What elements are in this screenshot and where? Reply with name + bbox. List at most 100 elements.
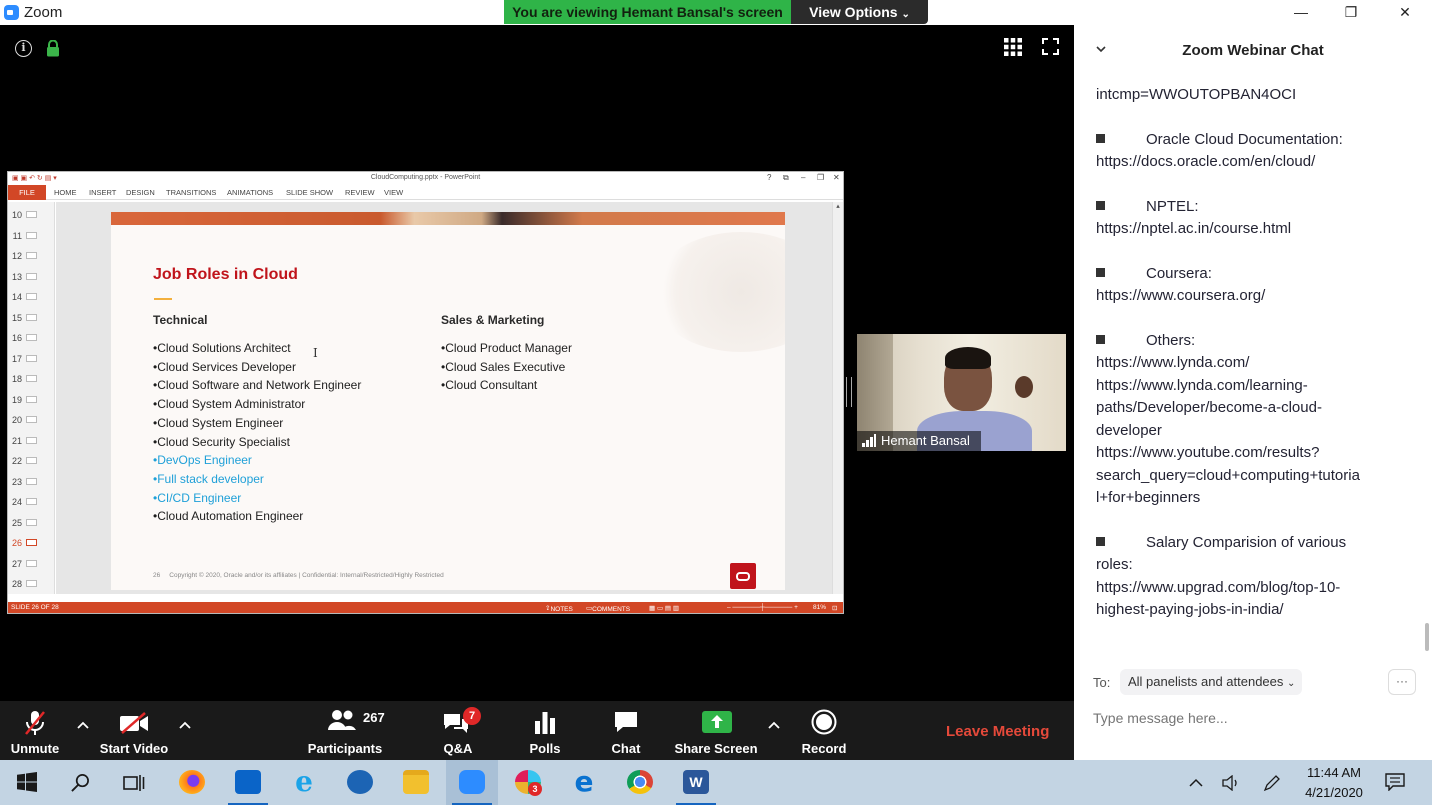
- slide-thumbnail[interactable]: 19: [8, 391, 53, 411]
- close-window-button[interactable]: ✕: [1382, 0, 1428, 25]
- ppt-tab-view[interactable]: VIEW: [384, 188, 403, 197]
- record-button[interactable]: Record: [796, 701, 852, 760]
- chat-message-link[interactable]: roles:: [1096, 554, 1396, 577]
- clock-date[interactable]: 4/21/2020: [1298, 785, 1370, 800]
- slide-thumbnail[interactable]: 10: [8, 206, 53, 226]
- start-video-button[interactable]: Start Video: [96, 701, 172, 760]
- slide-thumbnail[interactable]: 23: [8, 473, 53, 493]
- taskbar-outlook[interactable]: [222, 760, 274, 805]
- ppt-tab-file[interactable]: FILE: [8, 185, 46, 200]
- ppt-tab-transitions[interactable]: TRANSITIONS: [166, 188, 216, 197]
- view-buttons[interactable]: ▦ ▭ ▤ ▥: [649, 604, 679, 612]
- chat-scrollbar[interactable]: [1425, 623, 1429, 651]
- chat-message-link[interactable]: search_query=cloud+computing+tutoria: [1096, 465, 1396, 488]
- taskbar-word[interactable]: W: [670, 760, 722, 805]
- chat-message-link[interactable]: developer: [1096, 420, 1396, 443]
- chat-message-link[interactable]: https://docs.oracle.com/en/cloud/: [1096, 151, 1396, 174]
- taskbar-file-explorer[interactable]: [390, 760, 442, 805]
- taskbar-edge[interactable]: e: [558, 760, 610, 805]
- ppt-tab-insert[interactable]: INSERT: [89, 188, 116, 197]
- chat-message-link[interactable]: https://www.lynda.com/learning-: [1096, 375, 1396, 398]
- taskbar-chrome[interactable]: [614, 760, 666, 805]
- audio-options-caret-icon[interactable]: [76, 718, 90, 732]
- search-icon[interactable]: [71, 773, 90, 792]
- chat-recipient-select[interactable]: All panelists and attendees ⌄: [1120, 669, 1302, 695]
- comments-button[interactable]: ▭ COMMENTS: [586, 604, 630, 613]
- maximize-button[interactable]: ❐: [1328, 0, 1374, 25]
- slide-thumbnail[interactable]: 28: [8, 575, 53, 595]
- ppt-close-button[interactable]: ✕: [833, 173, 840, 182]
- ppt-tab-design[interactable]: DESIGN: [126, 188, 155, 197]
- clock-time[interactable]: 11:44 AM: [1303, 765, 1365, 780]
- fullscreen-icon[interactable]: [1042, 38, 1059, 55]
- minimize-button[interactable]: —: [1278, 0, 1324, 25]
- show-hidden-icons-icon[interactable]: [1189, 778, 1203, 788]
- leave-meeting-button[interactable]: Leave Meeting: [946, 723, 1049, 740]
- chat-message-link[interactable]: https://www.youtube.com/results?: [1096, 442, 1396, 465]
- ppt-help-button[interactable]: ?: [767, 173, 771, 182]
- slide-thumbnail[interactable]: 12: [8, 247, 53, 267]
- slide-thumbnail[interactable]: 17: [8, 350, 53, 370]
- zoom-level[interactable]: 81%: [813, 604, 826, 611]
- notes-button[interactable]: ⇪ NOTES: [545, 604, 573, 613]
- volume-icon[interactable]: [1222, 775, 1242, 791]
- chat-button[interactable]: Chat: [600, 701, 652, 760]
- chat-message-input[interactable]: [1093, 705, 1413, 731]
- slide-thumbnail[interactable]: 11: [8, 227, 53, 247]
- ppt-ribbon-display-button[interactable]: ⧉: [783, 173, 789, 183]
- ppt-tab-review[interactable]: REVIEW: [345, 188, 375, 197]
- qa-button[interactable]: 7 Q&A: [428, 701, 488, 760]
- ppt-tab-home[interactable]: HOME: [54, 188, 77, 197]
- share-screen-button[interactable]: Share Screen: [674, 701, 758, 760]
- ppt-tab-animations[interactable]: ANIMATIONS: [227, 188, 273, 197]
- polls-button[interactable]: Polls: [518, 701, 572, 760]
- slide-thumbnail[interactable]: 22: [8, 452, 53, 472]
- windows-start-icon[interactable]: [17, 772, 37, 792]
- notifications-icon[interactable]: [1385, 773, 1405, 791]
- slide-thumbnail[interactable]: 20: [8, 411, 53, 431]
- view-options-button[interactable]: View Options ⌄: [791, 0, 928, 24]
- chat-message-link[interactable]: l+for+beginners: [1096, 487, 1396, 510]
- column-heading-technical: Technical: [153, 313, 208, 327]
- taskbar-mail[interactable]: [334, 760, 386, 805]
- taskbar-firefox[interactable]: [166, 760, 218, 805]
- slide-thumbnail[interactable]: 21: [8, 432, 53, 452]
- slide-thumbnail[interactable]: 14: [8, 288, 53, 308]
- ppt-tab-slide-show[interactable]: SLIDE SHOW: [286, 188, 333, 197]
- slide-thumbnail[interactable]: 13: [8, 268, 53, 288]
- taskbar-internet-explorer[interactable]: e: [278, 760, 330, 805]
- slide-thumbnail[interactable]: 18: [8, 370, 53, 390]
- speaker-video-tile[interactable]: Hemant Bansal: [857, 334, 1066, 451]
- zoom-slider[interactable]: – ──────┼────── +: [727, 604, 798, 611]
- chat-message-link[interactable]: intcmp=WWOUTOPBAN4OCI: [1096, 84, 1396, 107]
- gallery-view-icon[interactable]: [1004, 38, 1022, 56]
- taskbar-slack[interactable]: 3: [502, 760, 554, 805]
- slide-thumbnail[interactable]: 27: [8, 555, 53, 575]
- unmute-button[interactable]: Unmute: [4, 701, 66, 760]
- chat-message-link[interactable]: highest-paying-jobs-in-india/: [1096, 599, 1396, 622]
- pen-workspace-icon[interactable]: [1263, 774, 1281, 792]
- slide-thumbnail[interactable]: 26: [8, 534, 53, 554]
- taskbar-zoom[interactable]: [446, 760, 498, 805]
- lock-icon[interactable]: [46, 40, 60, 57]
- video-options-caret-icon[interactable]: [178, 718, 192, 732]
- slide-thumbnail[interactable]: 15: [8, 309, 53, 329]
- fit-slide-icon[interactable]: ⊡: [832, 604, 837, 612]
- slide-thumbnail[interactable]: 16: [8, 329, 53, 349]
- chat-message-link[interactable]: https://www.lynda.com/: [1096, 352, 1396, 375]
- info-icon[interactable]: i: [15, 40, 32, 57]
- slide-pane-scrollbar[interactable]: ▴: [832, 202, 843, 594]
- ppt-maximize-button[interactable]: ❐: [817, 173, 824, 182]
- ppt-minimize-button[interactable]: –: [801, 173, 805, 182]
- chat-message-link[interactable]: paths/Developer/become-a-cloud-: [1096, 397, 1396, 420]
- chat-message-link[interactable]: https://www.coursera.org/: [1096, 285, 1396, 308]
- slide-thumbnail[interactable]: 24: [8, 493, 53, 513]
- slide-thumbnail[interactable]: 25: [8, 514, 53, 534]
- participants-button[interactable]: 267 Participants: [304, 701, 386, 760]
- chat-message-link[interactable]: https://nptel.ac.in/course.html: [1096, 218, 1396, 241]
- task-view-icon[interactable]: [123, 773, 145, 793]
- share-options-caret-icon[interactable]: [767, 718, 781, 732]
- chat-message-link[interactable]: https://www.upgrad.com/blog/top-10-: [1096, 577, 1396, 600]
- split-divider-handle[interactable]: [846, 377, 852, 407]
- chat-more-button[interactable]: ···: [1388, 669, 1416, 695]
